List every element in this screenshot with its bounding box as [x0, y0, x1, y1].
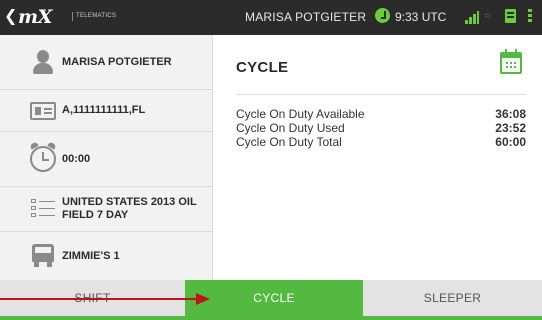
truck-icon [26, 244, 60, 268]
title-divider [236, 94, 526, 95]
ruleset-info-item[interactable]: UNITED STATES 2013 OIL FIELD 7 DAY [0, 187, 213, 232]
top-time: 9:33 UTC [395, 10, 447, 24]
vehicle-label: ZIMMIE'S 1 [62, 249, 120, 262]
row-value: 36:08 [495, 107, 526, 121]
ruleset-label: UNITED STATES 2013 OIL FIELD 7 DAY [62, 196, 197, 221]
signal-icon [465, 10, 479, 24]
row-value: 60:00 [495, 135, 526, 149]
checklist-icon [26, 199, 60, 219]
driver-info-item[interactable]: MARISA POTGIETER [0, 35, 213, 90]
bottom-tab-bar: SHIFT CYCLE SLEEPER [0, 280, 542, 320]
row-value: 23:52 [495, 121, 526, 135]
tab-cycle[interactable]: CYCLE [185, 280, 363, 316]
page-title: CYCLE [236, 59, 289, 76]
cycle-row: Cycle On Duty Used 23:52 [236, 121, 526, 135]
tab-sleeper[interactable]: SLEEPER [363, 280, 542, 316]
tab-underline [0, 316, 542, 320]
log-icon[interactable] [505, 9, 516, 23]
vehicle-info-item[interactable]: ZIMMIE'S 1 [0, 232, 213, 280]
annotation-arrow-head [196, 293, 210, 305]
cycle-rows: Cycle On Duty Available 36:08 Cycle On D… [236, 107, 526, 149]
license-label: A,1111111111,FL [62, 104, 146, 116]
logo-subtitle: TELEMATICS [72, 12, 116, 21]
annotation-arrow-line [0, 298, 196, 300]
menu-icon[interactable] [528, 9, 532, 24]
license-card-icon [26, 101, 60, 120]
app-logo: mX [18, 6, 52, 28]
cycle-row: Cycle On Duty Available 36:08 [236, 107, 526, 121]
top-bar: ❮ mX TELEMATICS MARISA POTGIETER 9:33 UT… [0, 0, 542, 35]
alarm-clock-icon [26, 141, 60, 172]
wifi-icon: ≈ [484, 8, 492, 23]
clock-status-icon[interactable] [375, 8, 390, 23]
license-info-item[interactable]: A,1111111111,FL [0, 90, 213, 132]
cycle-panel: CYCLE Cycle On Duty Available 36:08 Cycl… [214, 35, 542, 280]
alarm-time-label: 00:00 [62, 152, 91, 165]
driver-name-label: MARISA POTGIETER [62, 55, 172, 68]
row-label: Cycle On Duty Total [236, 135, 342, 149]
row-label: Cycle On Duty Available [236, 107, 365, 121]
top-driver-name: MARISA POTGIETER [245, 10, 367, 24]
back-chevron-icon[interactable]: ❮ [4, 8, 17, 26]
calendar-icon[interactable] [500, 49, 522, 74]
left-info-panel: MARISA POTGIETER A,1111111111,FL 00:00 U… [0, 35, 213, 280]
row-label: Cycle On Duty Used [236, 121, 345, 135]
cycle-row: Cycle On Duty Total 60:00 [236, 135, 526, 149]
alarm-info-item[interactable]: 00:00 [0, 132, 213, 187]
person-icon [26, 50, 60, 74]
